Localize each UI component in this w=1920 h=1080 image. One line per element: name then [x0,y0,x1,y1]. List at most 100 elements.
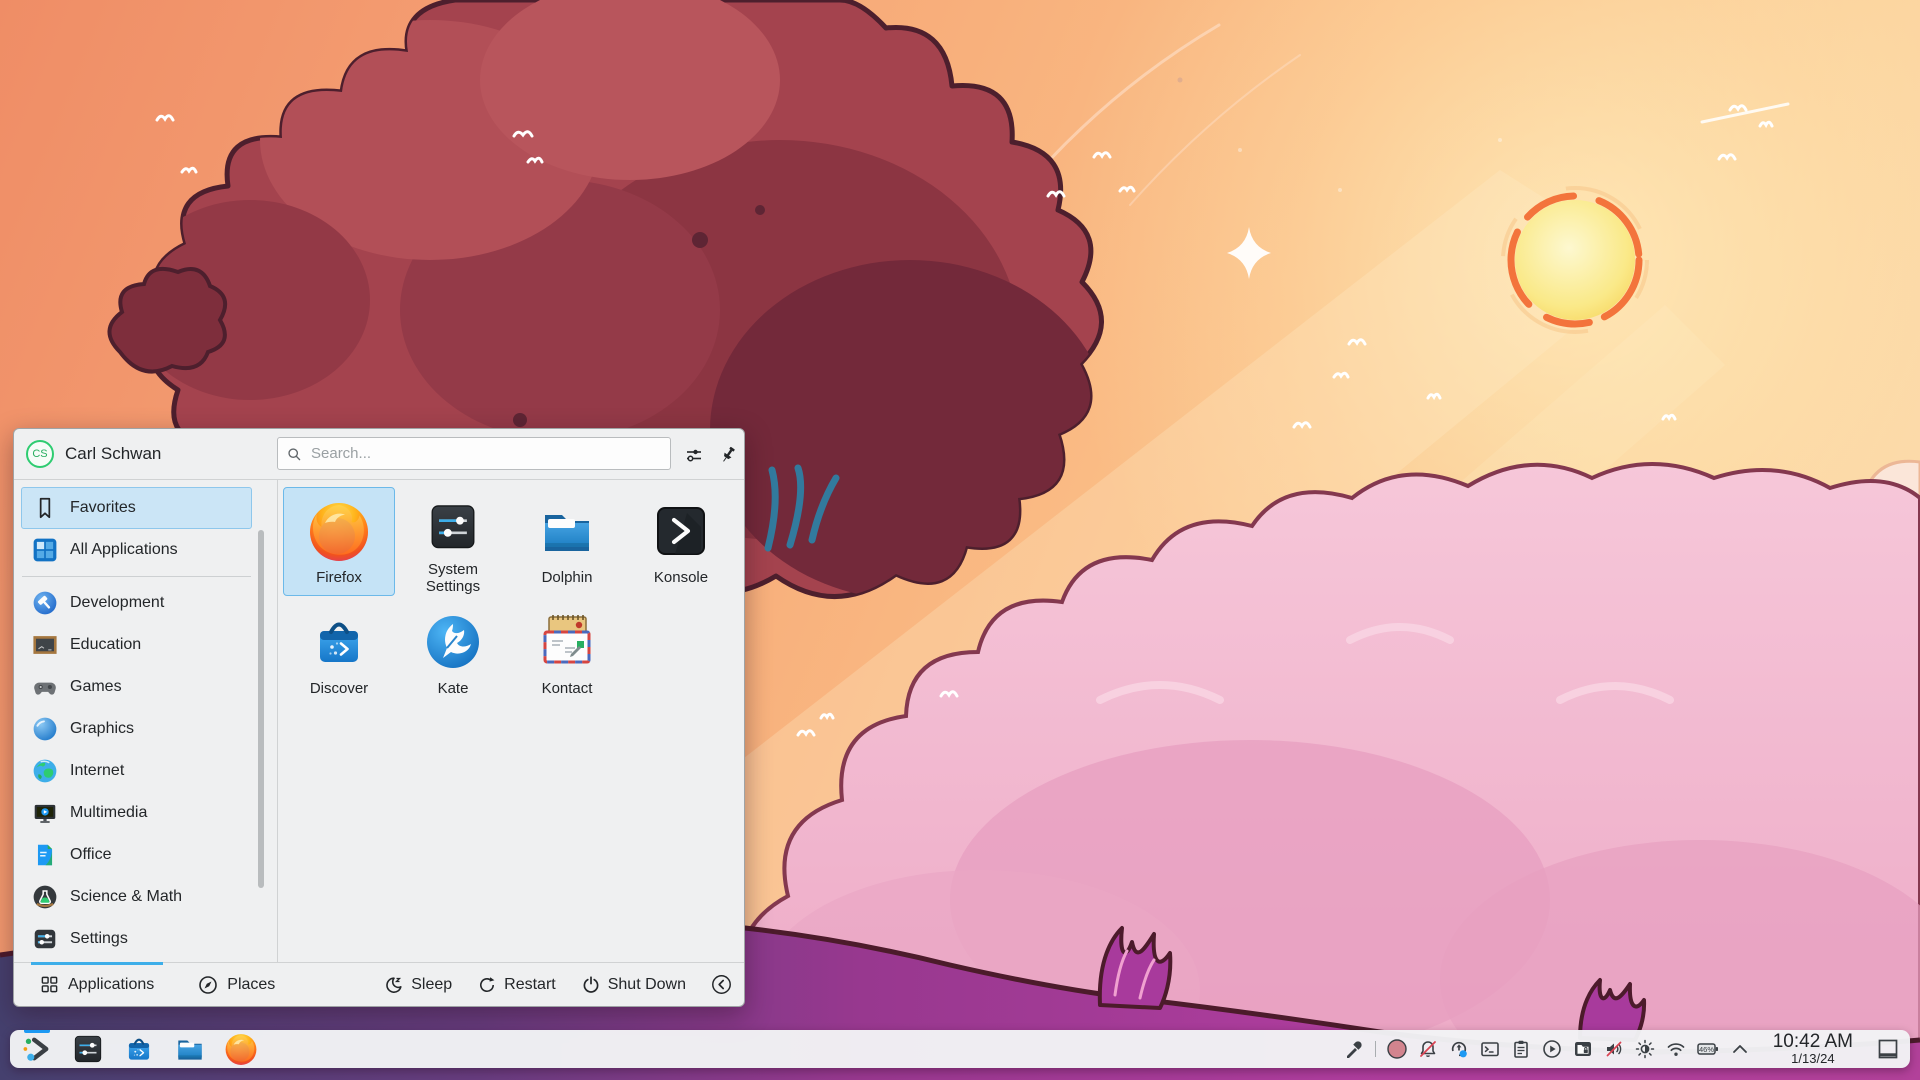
tab-applications[interactable]: Applications [26,962,168,1006]
task-manager [20,1030,258,1068]
sidebar-item-multimedia[interactable]: Multimedia [21,792,252,834]
taskbar-discover[interactable] [122,1030,156,1068]
shutdown-button[interactable]: Shut Down [581,975,686,995]
sidebar-item-label: Development [70,594,165,611]
dolphin-icon [173,1032,207,1066]
taskbar-dolphin[interactable] [173,1030,207,1068]
battery-icon[interactable]: 46% [1696,1039,1719,1059]
sidebar-item-office[interactable]: Office [21,834,252,876]
clipboard-icon[interactable] [1511,1039,1531,1059]
vault-icon[interactable] [1573,1039,1593,1059]
app-system-settings[interactable]: System Settings [397,487,509,596]
kontact-icon [543,615,591,664]
restart-button[interactable]: Restart [477,975,556,995]
active-task-indicator [24,1030,50,1033]
leave-button[interactable] [711,974,732,995]
taskbar-panel: 46% 10:42 AM 1/13/24 [10,1030,1910,1068]
sidebar-item-label: Multimedia [70,804,148,821]
compass-icon [199,975,218,994]
search-box[interactable] [277,437,671,470]
sidebar-item-label: Favorites [70,499,136,516]
sidebar-item-label: Settings [70,930,128,947]
action-label: Restart [504,975,556,993]
peek-desktop-button[interactable] [1878,1039,1898,1059]
updates-available-icon[interactable] [1449,1039,1469,1059]
app-label: Discover [309,680,369,697]
tab-label: Places [227,975,276,993]
kde-launcher-icon [23,1037,49,1061]
search-input[interactable] [309,444,662,463]
sidebar-item-label: Games [70,678,122,695]
audio-muted-icon[interactable] [1604,1039,1624,1059]
sidebar-item-all-applications[interactable]: All Applications [21,529,252,571]
sidebar-separator [22,576,251,577]
keep-open-pin-button[interactable] [716,443,740,467]
avatar-initials: CS [32,448,48,460]
app-label: Kontact [541,680,593,697]
sleep-button[interactable]: Sleep [384,975,452,995]
color-picker-icon[interactable] [1344,1039,1364,1059]
digital-clock[interactable]: 10:42 AM 1/13/24 [1773,1032,1853,1065]
settings-icon [34,929,56,949]
picked-color-swatch[interactable] [1387,1039,1407,1059]
application-launcher-menu: CS Carl Schwan Search... Favorites All A… [13,428,745,1007]
restart-icon [480,976,495,992]
media-player-icon[interactable] [1542,1039,1562,1059]
app-kontact[interactable]: Kontact [511,598,623,707]
wifi-icon[interactable] [1666,1039,1686,1059]
app-konsole[interactable]: Konsole [625,487,737,596]
notifications-muted-icon[interactable] [1418,1039,1438,1059]
science-icon [33,885,57,909]
shutdown-icon [583,975,599,993]
expand-tray-icon[interactable] [1730,1039,1750,1059]
sidebar-item-settings[interactable]: Settings [21,918,252,960]
system-tray: 46% 10:42 AM 1/13/24 [1344,1032,1900,1065]
sidebar-item-graphics[interactable]: Graphics [21,708,252,750]
brightness-icon[interactable] [1635,1039,1655,1059]
graphics-icon [33,717,57,741]
taskbar-system-settings[interactable] [71,1030,105,1068]
dolphin-icon [535,499,599,563]
tab-places[interactable]: Places [184,963,289,1006]
office-icon [37,844,53,866]
search-icon [288,447,301,460]
discover-icon [307,610,371,674]
configure-icon [687,449,701,462]
app-discover[interactable]: Discover [283,598,395,707]
sidebar-item-internet[interactable]: Internet [21,750,252,792]
terminal-tray-icon[interactable] [1480,1039,1500,1059]
system-settings-icon [71,1032,105,1066]
app-label: Firefox [316,569,362,586]
sidebar-item-games[interactable]: Games [21,666,252,708]
development-icon [33,591,57,615]
configure-button[interactable] [682,443,706,467]
session-actions: Sleep Restart Shut Down [384,974,732,995]
app-label: Kate [437,680,469,697]
app-label: System Settings [425,560,481,595]
launcher-footer: Applications Places Sleep Restart Shut D… [14,962,744,1006]
sidebar-item-development[interactable]: Development [21,582,252,624]
applications-tab-icon [41,976,58,993]
kate-icon [427,616,479,668]
sidebar-item-education[interactable]: Education [21,624,252,666]
sleep-icon [386,976,402,993]
taskbar-firefox[interactable] [224,1030,258,1068]
battery-percent: 46% [1699,1045,1714,1054]
app-kate[interactable]: Kate [397,598,509,707]
sidebar-item-favorites[interactable]: Favorites [21,487,252,529]
sidebar-scrollbar[interactable] [258,530,264,888]
sidebar-item-science-math[interactable]: Science & Math [21,876,252,918]
app-firefox[interactable]: Firefox [283,487,395,596]
tray-separator [1374,1040,1376,1057]
sidebar-item-label: Education [70,636,142,653]
leave-icon [712,975,731,994]
app-dolphin[interactable]: Dolphin [511,487,623,596]
launcher-body: Favorites All Applications Development E… [14,480,744,962]
pin-icon [723,446,735,462]
sidebar-item-label: Science & Math [70,888,183,905]
multimedia-icon [34,804,56,823]
application-launcher-button[interactable] [20,1030,54,1068]
education-icon [33,636,57,654]
avatar[interactable]: CS [26,440,54,468]
clock-time: 10:42 AM [1772,1031,1853,1053]
